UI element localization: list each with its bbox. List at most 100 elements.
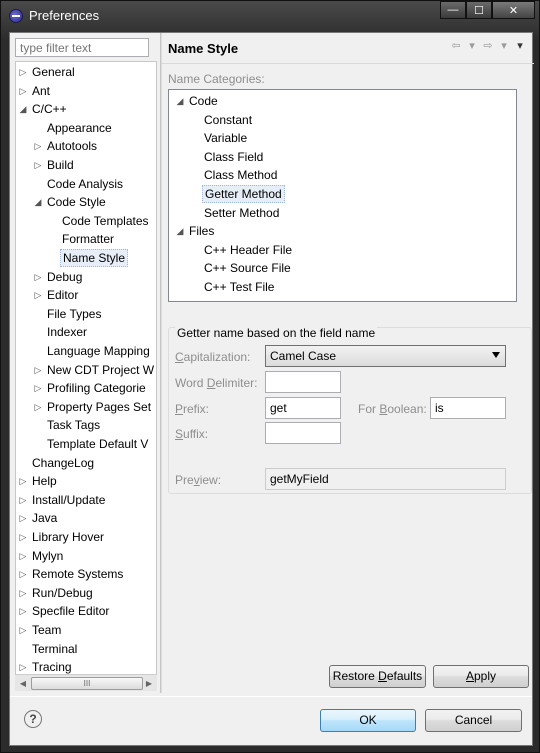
collapsed-arrow-icon[interactable]: ▷ (33, 156, 43, 174)
expanded-arrow-icon[interactable]: ◢ (18, 100, 28, 118)
prefix-field[interactable]: get (265, 397, 341, 419)
expanded-arrow-icon[interactable]: ◢ (33, 193, 43, 211)
collapsed-arrow-icon[interactable]: ▷ (18, 565, 28, 583)
tree-item-label: Template Default V (47, 437, 149, 451)
preference-tree[interactable]: ▷ General ▷ Ant ◢ C/C++ Appearance ▷ Autotools ▷ B… (15, 61, 157, 691)
collapsed-arrow-icon[interactable]: ▷ (18, 547, 28, 565)
tree-item-label: Specfile Editor (32, 604, 110, 619)
prefix-label: Prefix: (175, 402, 210, 416)
capitalization-value: Camel Case (270, 349, 337, 363)
minimize-button[interactable]: — (440, 1, 466, 19)
page-title: Name Style (168, 41, 239, 56)
collapsed-arrow-icon[interactable]: ▷ (18, 528, 28, 546)
for-boolean-label: For Boolean: (358, 402, 427, 416)
preview-label: Preview: (175, 473, 222, 487)
title-bar[interactable]: Preferences — ☐ ✕ (1, 1, 540, 31)
view-menu-icon[interactable]: ▾ (514, 39, 526, 52)
group-title: Getter name based on the field name (175, 326, 378, 340)
tree-item-label: Appearance (47, 120, 112, 135)
collapsed-arrow-icon[interactable]: ▷ (18, 584, 28, 602)
restore-defaults-button[interactable]: Restore Defaults (329, 665, 426, 688)
ok-button[interactable]: OK (320, 709, 416, 732)
tree-item-label: Install/Update (32, 492, 106, 507)
collapsed-arrow-icon[interactable]: ▷ (33, 361, 43, 379)
suffix-field[interactable] (265, 422, 341, 444)
collapsed-arrow-icon[interactable]: ▷ (18, 63, 28, 81)
dialog-body: ▷ General ▷ Ant ◢ C/C++ Appearance ▷ Autotools ▷ B… (9, 32, 534, 746)
suffix-label: Suffix: (175, 427, 209, 441)
tree-item-label: Mylyn (32, 548, 64, 563)
name-categories-label: Name Categories: (168, 72, 265, 86)
category-item-label: C++ Test File (204, 280, 275, 294)
category-item-label: Constant (204, 112, 253, 127)
chevron-down-icon (492, 352, 500, 358)
collapsed-arrow-icon[interactable]: ▷ (18, 491, 28, 509)
maximize-button[interactable]: ☐ (466, 1, 492, 19)
collapsed-arrow-icon[interactable]: ▷ (33, 286, 43, 304)
close-button[interactable]: ✕ (492, 1, 535, 19)
tree-item-label: Debug (47, 269, 83, 284)
tree-item-label: New CDT Project W (47, 362, 155, 377)
for-boolean-field[interactable]: is (430, 397, 506, 419)
name-categories-tree[interactable]: ◢ Code Constant Variable Class Field Class Me… (168, 89, 517, 302)
tree-item-label: General (32, 65, 75, 79)
tree-item-label: Task Tags (47, 418, 101, 433)
preview-field: getMyField (265, 468, 506, 490)
preferences-window: Preferences — ☐ ✕ ▷ General ▷ Ant ◢ C/C++ Appe… (0, 0, 540, 753)
expanded-arrow-icon[interactable]: ◢ (175, 222, 185, 240)
collapsed-arrow-icon[interactable]: ▷ (33, 379, 43, 397)
tree-item-label: Property Pages Set (47, 399, 152, 414)
collapsed-arrow-icon[interactable]: ▷ (18, 602, 28, 620)
cancel-button[interactable]: Cancel (425, 709, 522, 732)
footer-separator (10, 696, 532, 697)
back-menu-icon[interactable]: ▾ (466, 39, 478, 52)
collapsed-arrow-icon[interactable]: ▷ (18, 472, 28, 490)
tree-item-label: Build (47, 158, 74, 172)
expanded-arrow-icon[interactable]: ◢ (175, 92, 185, 110)
tree-item-label: Code Analysis (47, 176, 124, 191)
tree-item-label: C/C++ (32, 102, 67, 117)
tree-item-label: Code Style (47, 195, 106, 210)
collapsed-arrow-icon[interactable]: ▷ (33, 398, 43, 416)
tree-item-label: Remote Systems (32, 567, 124, 582)
apply-button[interactable]: Apply (433, 665, 529, 688)
category-item-label: Class Field (204, 149, 264, 164)
window-title: Preferences (29, 8, 100, 23)
tree-item-label: Autotools (47, 139, 98, 154)
scroll-right-icon[interactable]: ▶ (142, 677, 156, 690)
collapsed-arrow-icon[interactable]: ▷ (33, 137, 43, 155)
capitalization-label: Capitalization: (175, 350, 251, 364)
forward-arrow-icon[interactable]: ⇨ (482, 39, 494, 52)
tree-item-label: Terminal (32, 641, 78, 656)
tree-horizontal-scrollbar[interactable]: ◀ III ▶ (15, 674, 157, 691)
tree-item-label: File Types (47, 306, 102, 321)
tree-item-label: ChangeLog (32, 455, 95, 470)
tree-item-label: Run/Debug (32, 585, 93, 600)
category-item-label: C++ Source File (204, 261, 291, 276)
forward-menu-icon[interactable]: ▾ (498, 39, 510, 52)
back-arrow-icon[interactable]: ⇦ (450, 39, 462, 52)
capitalization-select[interactable]: Camel Case (265, 345, 506, 367)
category-item-label: Files (189, 224, 215, 239)
category-item-label: Getter Method (202, 185, 285, 203)
scroll-thumb[interactable]: III (31, 677, 143, 690)
category-item-label: Variable (204, 131, 248, 146)
page-nav: ⇦ ▾ ⇨ ▾ ▾ (450, 39, 526, 52)
collapsed-arrow-icon[interactable]: ▷ (18, 621, 28, 639)
collapsed-arrow-icon[interactable]: ▷ (33, 268, 43, 286)
eclipse-icon (9, 9, 23, 23)
category-item-label: Setter Method (204, 205, 280, 220)
tree-item-label: Language Mapping (47, 344, 150, 358)
filter-input[interactable] (15, 38, 149, 57)
word-delimiter-field[interactable] (265, 371, 341, 393)
window-controls: — ☐ ✕ (440, 1, 535, 21)
tree-item-label: Team (32, 623, 62, 637)
tree-item-label: Indexer (47, 325, 88, 340)
collapsed-arrow-icon[interactable]: ▷ (18, 509, 28, 527)
word-delimiter-label: Word Delimiter: (175, 376, 258, 390)
category-item-label: Code (189, 94, 218, 108)
collapsed-arrow-icon[interactable]: ▷ (18, 82, 28, 100)
help-icon[interactable]: ? (24, 710, 42, 728)
tree-item-label: Help (32, 474, 57, 489)
scroll-left-icon[interactable]: ◀ (16, 677, 30, 690)
